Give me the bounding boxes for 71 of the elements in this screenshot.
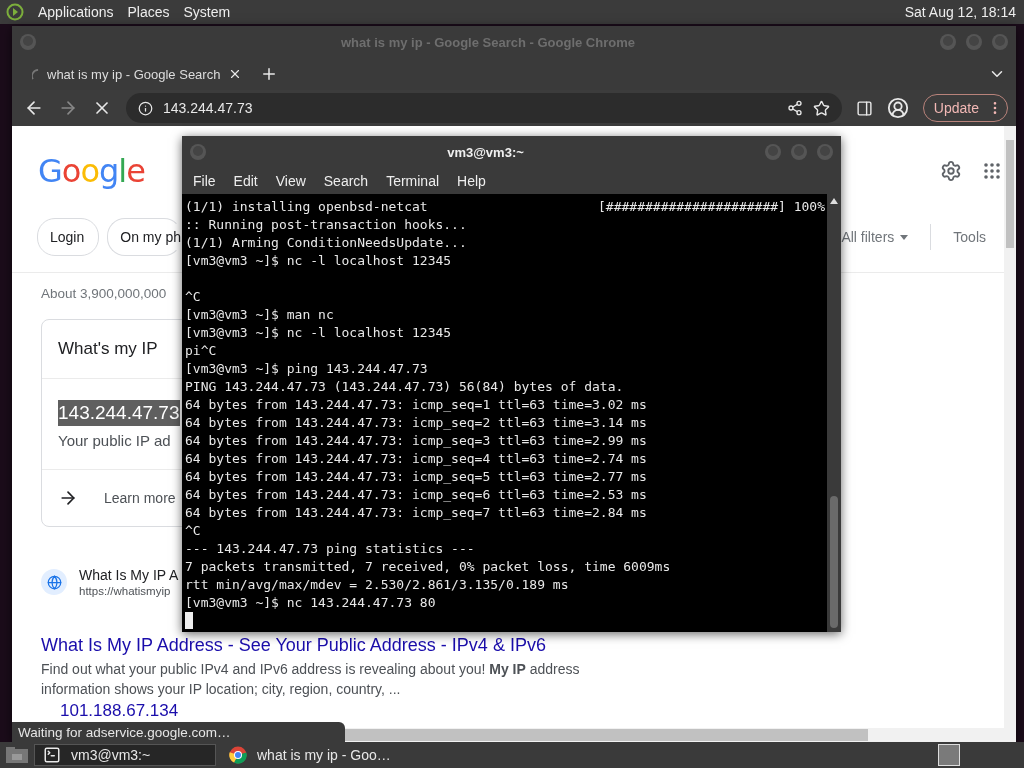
vertical-scrollbar[interactable]	[1004, 126, 1016, 728]
terminal-line: 64 bytes from 143.244.47.73: icmp_seq=4 ttl=63 time=2.74 ms	[185, 450, 647, 468]
site-name: What Is My IP A	[79, 567, 179, 583]
result-title-link[interactable]: What Is My IP Address - See Your Public Address - IPv4 & IPv6	[41, 635, 546, 656]
caret-icon	[900, 234, 909, 240]
menu-item[interactable]: View	[266, 173, 315, 189]
terminal-icon	[43, 746, 61, 764]
panel-menu[interactable]: Places	[127, 4, 170, 20]
terminal-line: rtt min/avg/max/mdev = 2.530/2.861/3.135/0.189 ms	[185, 576, 569, 594]
terminal-line: PING 143.244.47.73 (143.244.47.73) 56(84) bytes of data.	[185, 378, 624, 396]
terminal-line: [vm3@vm3 ~]$ ping 143.244.47.73	[185, 360, 428, 378]
browser-icon	[229, 746, 247, 764]
terminal-line: --- 143.244.47.73 ping statistics ---	[185, 540, 475, 558]
scrollbar-thumb[interactable]	[830, 496, 838, 628]
workspace-switcher[interactable]	[938, 744, 960, 766]
clock: Sat Aug 12, 18:14	[904, 4, 1016, 20]
window-title: vm3@vm3:~	[446, 144, 525, 160]
share-icon[interactable]	[786, 100, 803, 116]
taskbar-item[interactable]: what is my ip - Goo…	[220, 744, 402, 766]
taskbar-item[interactable]: vm3@vm3:~	[34, 744, 216, 766]
menu-item[interactable]: Help	[448, 173, 495, 189]
terminal-line: :: Running post-transaction hooks...	[185, 216, 467, 234]
terminal-line: (1/1) Arming ConditionNeedsUpdate...	[185, 234, 467, 252]
terminal-line: 64 bytes from 143.244.47.73: icmp_seq=7 ttl=63 time=2.84 ms	[185, 504, 647, 522]
terminal-line: (1/1) installing openbsd-netcat	[185, 198, 428, 216]
terminal-line: 7 packets transmitted, 7 received, 0% packet loss, time 6009ms	[185, 558, 671, 576]
info-icon[interactable]	[138, 100, 153, 116]
filter-chip[interactable]: On my ph	[107, 218, 182, 256]
status-bubble: Waiting for adservice.google.com…	[12, 722, 345, 742]
distro-logo-icon[interactable]	[6, 3, 24, 21]
site-url: https://whatismyip	[79, 585, 172, 597]
apps-grid-icon[interactable]	[984, 163, 1000, 179]
terminal-line: pi^C	[185, 342, 217, 360]
settings-icon[interactable]	[940, 160, 962, 182]
terminal-line: ^C	[185, 288, 201, 306]
terminal-line: ^C	[185, 522, 201, 540]
menu-item[interactable]: Search	[314, 173, 378, 189]
text-cursor	[185, 612, 193, 629]
spinner-icon	[32, 68, 39, 80]
terminal-line: 64 bytes from 143.244.47.73: icmp_seq=2 ttl=63 time=3.14 ms	[185, 414, 647, 432]
menu-item[interactable]: Edit	[224, 173, 267, 189]
ip-address: 143.244.47.73	[58, 399, 180, 426]
panel-menu[interactable]: System	[183, 4, 231, 20]
globe-icon	[41, 569, 67, 595]
card-caption: Your public IP ad	[58, 431, 171, 449]
menu-item[interactable]: Terminal	[377, 173, 449, 189]
tools-button[interactable]: Tools	[953, 229, 986, 245]
terminal-line: [vm3@vm3 ~]$ nc -l localhost 12345	[185, 324, 452, 342]
all-filters-menu[interactable]: All filters	[841, 229, 909, 245]
terminal-line: 64 bytes from 143.244.47.73: icmp_seq=5 ttl=63 time=2.77 ms	[185, 468, 647, 486]
profile-icon[interactable]	[886, 97, 909, 119]
progress-text: [######################] 100%	[598, 198, 825, 216]
terminal-line: [vm3@vm3 ~]$ nc 143.244.47.73 80	[185, 594, 436, 612]
terminal-line: 64 bytes from 143.244.47.73: icmp_seq=3 ttl=63 time=2.99 ms	[185, 432, 647, 450]
result-stats: About 3,900,000,000	[40, 285, 167, 301]
terminal-line: [vm3@vm3 ~]$ nc -l localhost 12345	[185, 252, 452, 270]
result-snippet: Find out what your public IPv4 and IPv6 address is revealing about you! My IP address information shows your IP location; city, region, country, ...	[41, 660, 581, 699]
terminal-line: 64 bytes from 143.244.47.73: icmp_seq=6 ttl=63 time=2.53 ms	[185, 486, 647, 504]
star-icon[interactable]	[812, 99, 830, 117]
panel-menu[interactable]: Applications	[38, 4, 114, 20]
logo[interactable]: Google	[38, 152, 145, 190]
learn-more-link[interactable]: Learn more	[104, 490, 176, 506]
ip-address: 101.188.67.134	[60, 701, 179, 720]
filter-chip[interactable]: Login	[37, 218, 100, 256]
side-panel-icon[interactable]	[855, 99, 873, 117]
address-bar[interactable]: 143.244.47.73	[126, 93, 842, 123]
horizontal-scrollbar[interactable]	[345, 728, 1016, 742]
scroll-up-icon[interactable]	[830, 198, 838, 204]
vertical-scrollbar[interactable]	[827, 194, 841, 632]
terminal-line: 64 bytes from 143.244.47.73: icmp_seq=1 ttl=63 time=3.02 ms	[185, 396, 647, 414]
menu-item[interactable]: File	[184, 173, 225, 189]
